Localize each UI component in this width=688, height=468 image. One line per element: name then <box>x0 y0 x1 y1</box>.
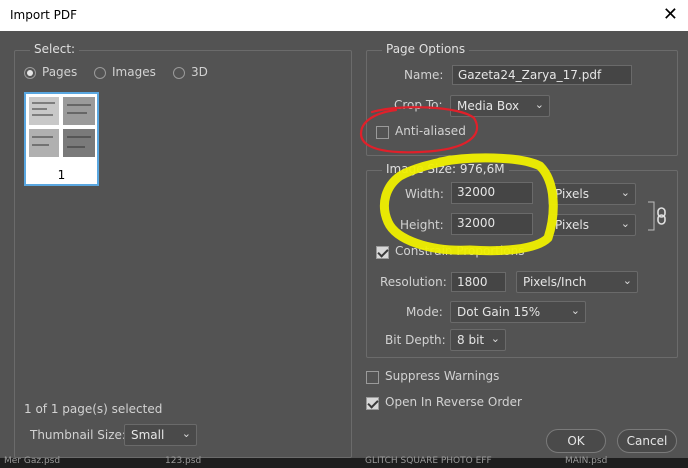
cancel-button[interactable]: Cancel <box>617 429 677 453</box>
chevron-down-icon: ⌄ <box>534 98 544 111</box>
chevron-down-icon: ⌄ <box>181 427 191 440</box>
bit-depth-select[interactable]: 8 bit ⌄ <box>450 329 506 351</box>
mode-label: Mode: <box>406 305 443 319</box>
name-label: Name: <box>404 68 444 82</box>
chevron-down-icon: ⌄ <box>620 186 630 199</box>
background-doc-tab: 123.psd <box>165 456 202 466</box>
crop-select[interactable]: Media Box ⌄ <box>450 95 550 117</box>
resolution-unit-select[interactable]: Pixels/Inch ⌄ <box>516 271 638 293</box>
radio-3d-label[interactable]: 3D <box>191 65 208 79</box>
radio-pages[interactable] <box>24 67 36 79</box>
constrain-proportions-label[interactable]: Constrain Proportions <box>395 244 525 258</box>
height-field[interactable]: 32000 <box>451 213 533 235</box>
height-label: Height: <box>400 218 444 232</box>
radio-3d[interactable] <box>173 67 185 79</box>
height-unit-select[interactable]: Pixels ⌄ <box>548 214 636 236</box>
suppress-warnings-checkbox[interactable] <box>366 371 379 384</box>
resolution-field[interactable]: 1800 <box>451 272 506 292</box>
title-bar: Import PDF ✕ <box>0 0 688 31</box>
chevron-down-icon: ⌄ <box>622 274 632 287</box>
radio-images[interactable] <box>94 67 106 79</box>
ok-button[interactable]: OK <box>546 429 606 453</box>
thumbnail-size-select[interactable]: Small ⌄ <box>124 424 197 446</box>
constrain-link-icon[interactable] <box>646 196 672 236</box>
thumbnail-size-label: Thumbnail Size: <box>30 428 126 442</box>
image-size-legend: Image Size: 976,6M <box>382 162 509 176</box>
chevron-down-icon: ⌄ <box>620 217 630 230</box>
chevron-down-icon: ⌄ <box>490 332 500 345</box>
crop-value: Media Box <box>457 99 520 113</box>
chevron-down-icon: ⌄ <box>570 304 580 317</box>
width-field[interactable]: 32000 <box>451 182 533 204</box>
radio-pages-label[interactable]: Pages <box>42 65 77 79</box>
select-legend: Select: <box>30 42 80 56</box>
anti-aliased-label[interactable]: Anti-aliased <box>395 124 466 138</box>
width-label: Width: <box>405 187 444 201</box>
mode-select[interactable]: Dot Gain 15% ⌄ <box>450 301 586 323</box>
bit-depth-value: 8 bit <box>457 333 485 347</box>
radio-images-label[interactable]: Images <box>112 65 156 79</box>
suppress-warnings-label[interactable]: Suppress Warnings <box>385 369 499 383</box>
name-field[interactable]: Gazeta24_Zarya_17.pdf <box>452 65 632 85</box>
resolution-label: Resolution: <box>380 275 447 289</box>
resolution-value: 1800 <box>457 275 488 289</box>
close-icon[interactable]: ✕ <box>663 4 678 25</box>
dialog-title: Import PDF <box>10 8 78 22</box>
page-options-legend: Page Options <box>382 42 470 56</box>
reverse-order-label[interactable]: Open In Reverse Order <box>385 395 522 409</box>
anti-aliased-checkbox[interactable] <box>376 126 389 139</box>
background-doc-tab: GLITCH SQUARE PHOTO EFF <box>365 456 492 466</box>
constrain-proportions-checkbox[interactable] <box>376 246 389 259</box>
bit-depth-label: Bit Depth: <box>385 333 446 347</box>
thumbnail-size-value: Small <box>131 428 165 442</box>
width-unit-select[interactable]: Pixels ⌄ <box>548 183 636 205</box>
page-preview-image <box>29 97 95 157</box>
crop-label: Crop To: <box>394 98 443 112</box>
page-thumbnail[interactable]: 1 <box>24 92 99 186</box>
width-value: 32000 <box>457 185 496 199</box>
reverse-order-checkbox[interactable] <box>366 397 379 410</box>
background-doc-tab: MAIN.psd <box>565 456 608 466</box>
background-doc-tab: Mer Gaz.psd <box>4 456 61 466</box>
thumbnail-page-number: 1 <box>57 168 66 182</box>
resolution-unit-value: Pixels/Inch <box>523 275 587 289</box>
import-pdf-dialog: Import PDF ✕ Select: Pages Images 3D 1 1… <box>0 0 688 468</box>
mode-value: Dot Gain 15% <box>457 305 541 319</box>
selection-status: 1 of 1 page(s) selected <box>24 402 163 416</box>
width-unit-value: Pixels <box>555 187 590 201</box>
height-value: 32000 <box>457 216 496 230</box>
height-unit-value: Pixels <box>555 218 590 232</box>
background-taskbar: Mer Gaz.psd 123.psd GLITCH SQUARE PHOTO … <box>0 456 688 468</box>
name-value: Gazeta24_Zarya_17.pdf <box>458 68 602 82</box>
